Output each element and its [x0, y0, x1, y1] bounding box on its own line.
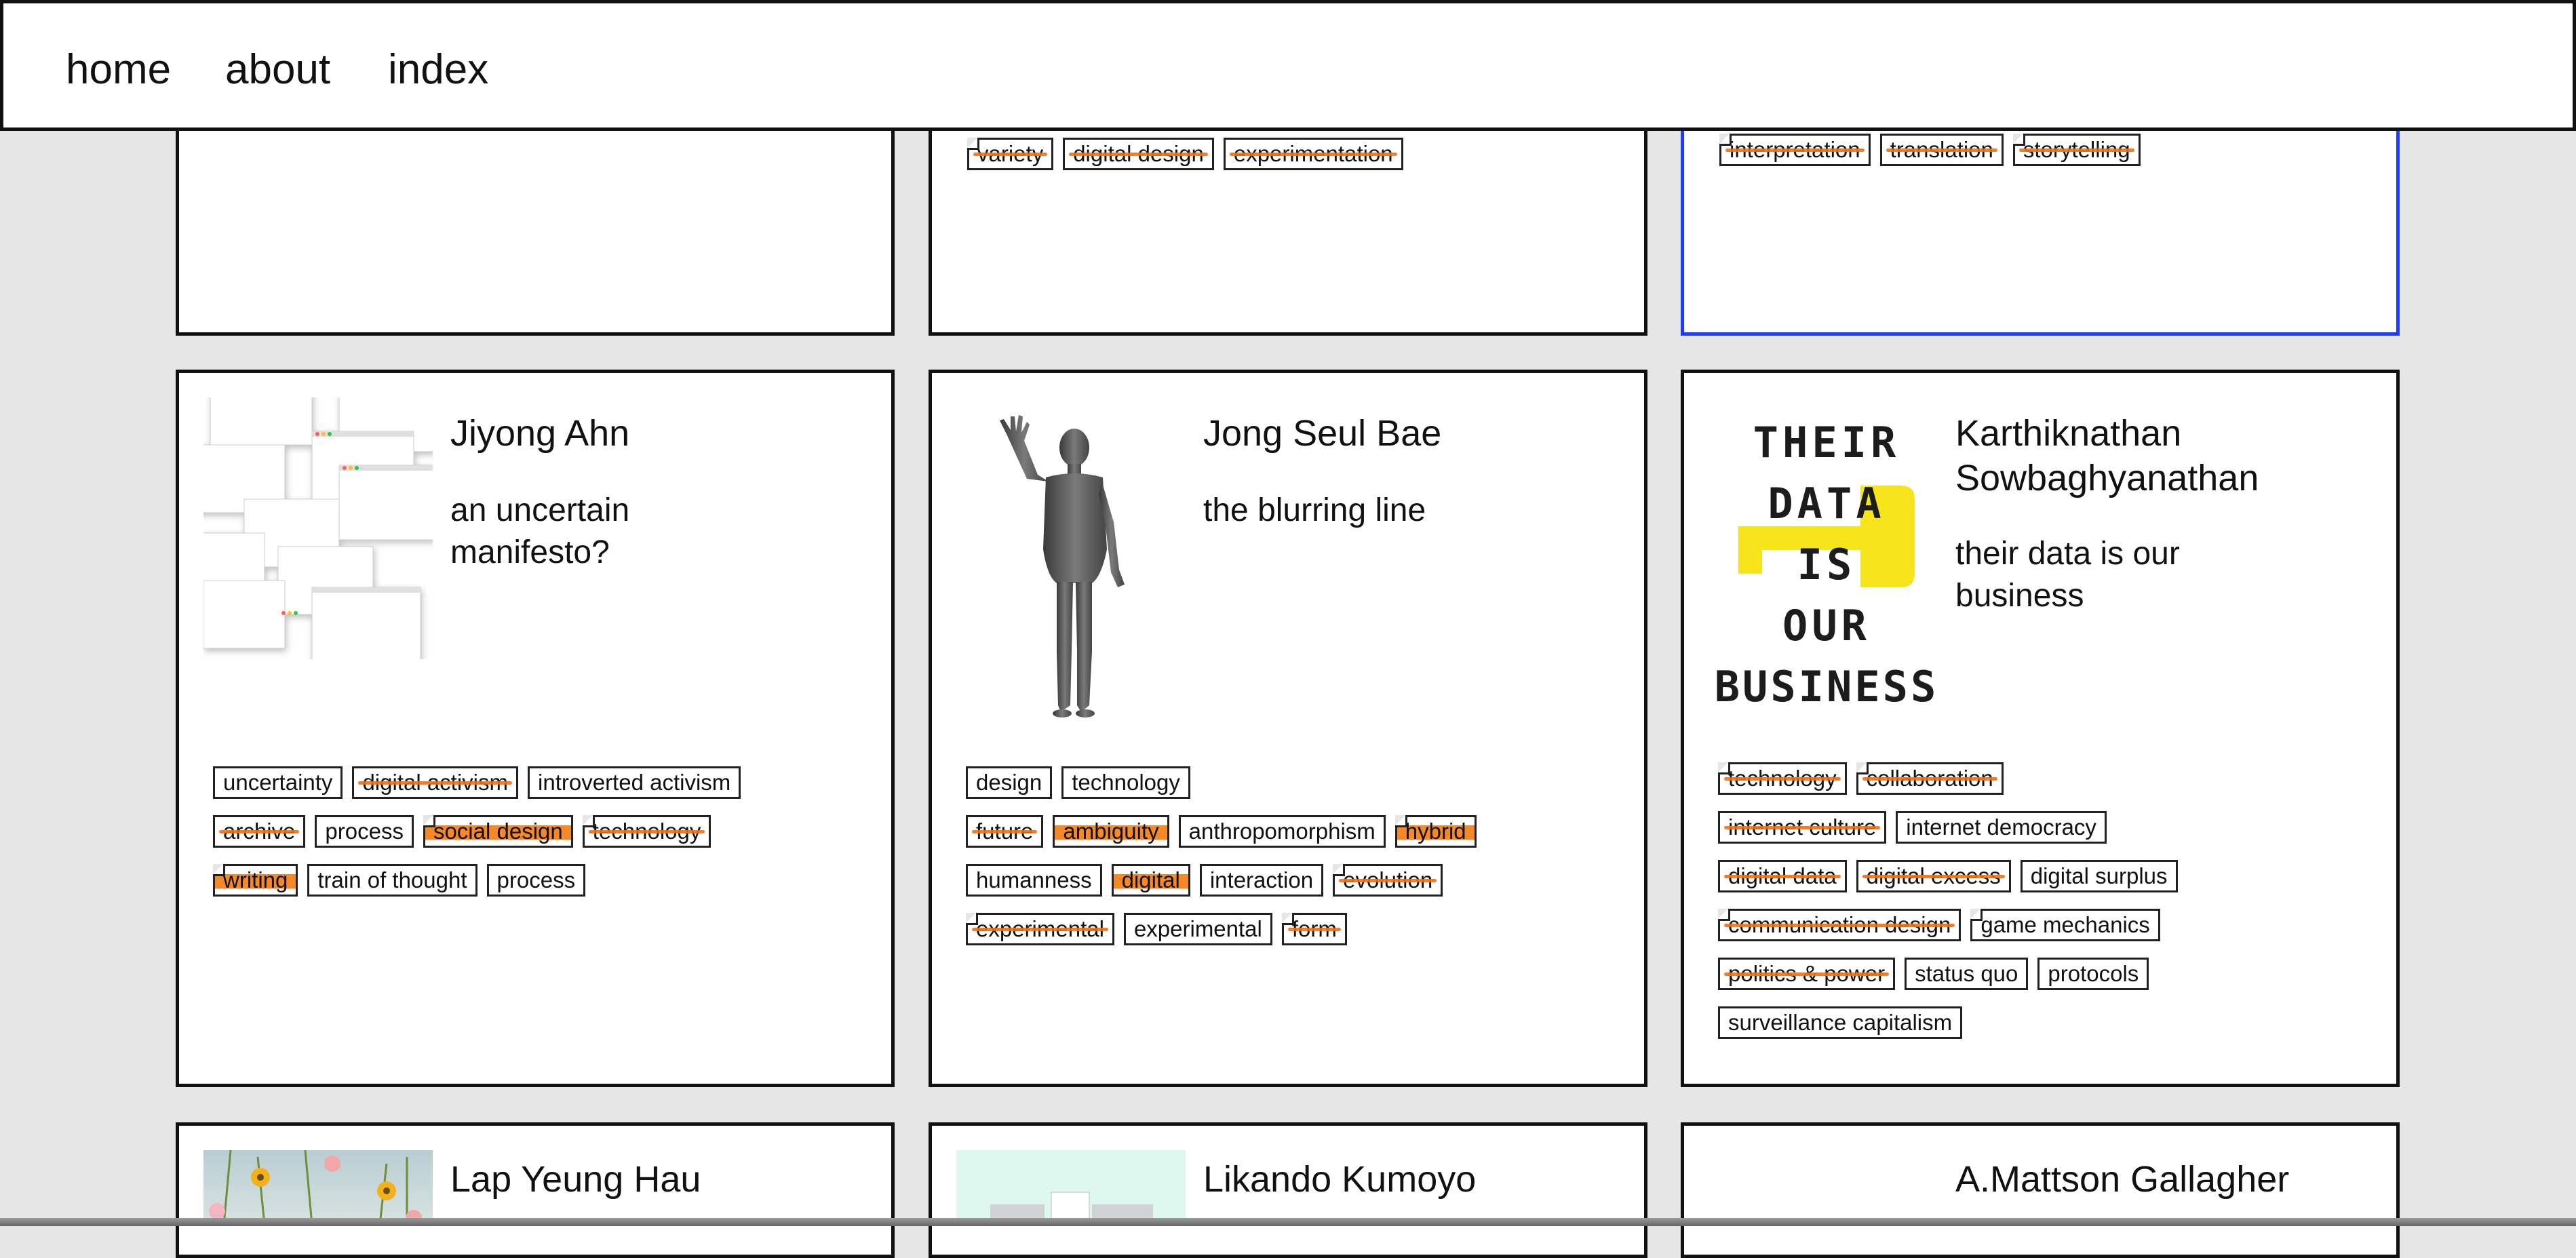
- project-author[interactable]: Jong Seul Bae: [1203, 411, 1624, 456]
- tag[interactable]: politics & power: [1718, 958, 1896, 990]
- tag[interactable]: experimentation: [1223, 138, 1403, 170]
- tag[interactable]: uncertainty: [213, 766, 343, 799]
- project-title[interactable]: the blurring line: [1203, 490, 1624, 532]
- nav-home[interactable]: home: [66, 43, 171, 97]
- tag[interactable]: internet culture: [1718, 811, 1887, 844]
- poster-line: IS: [1797, 540, 1856, 589]
- tag-list: design technology future ambiguity anthr…: [966, 766, 1631, 945]
- dark-lines-image: [1709, 1150, 1938, 1225]
- tag[interactable]: social design: [423, 815, 573, 848]
- top-nav: home about index: [0, 0, 2576, 131]
- tag[interactable]: game mechanics: [1970, 909, 2160, 941]
- poster-line: OUR: [1782, 601, 1871, 650]
- project-author[interactable]: Jiyong Ahn: [450, 411, 871, 456]
- tag[interactable]: technology: [582, 815, 711, 848]
- tag[interactable]: surveillance capitalism: [1718, 1006, 1963, 1039]
- tag[interactable]: digital activism: [352, 766, 519, 799]
- windows-collage-image: [203, 397, 433, 659]
- poster-line: DATA: [1768, 479, 1885, 528]
- nav-about[interactable]: about: [225, 43, 330, 97]
- poster-line: THEIR: [1753, 418, 1900, 467]
- tag-list: variety digital design experimentation: [967, 138, 1632, 170]
- poster-their-data-image: THEIR DATA IS OUR BUSINESS: [1715, 418, 1939, 709]
- tag[interactable]: digital excess: [1856, 860, 2011, 892]
- project-thumbnail: [973, 407, 1163, 732]
- mint-screens-image: [990, 1192, 1153, 1225]
- project-thumbnail: [956, 1150, 1186, 1225]
- tag[interactable]: digital surplus: [2020, 860, 2178, 892]
- project-thumbnail: [203, 397, 433, 659]
- project-author[interactable]: A.Mattson Gallagher: [1955, 1157, 2376, 1202]
- tag[interactable]: archive: [213, 815, 306, 848]
- tag[interactable]: evolution: [1333, 864, 1443, 897]
- tag[interactable]: technology: [1061, 766, 1190, 799]
- flowers-image: [209, 1150, 422, 1225]
- project-card-jiyong-ahn[interactable]: Jiyong Ahn an uncertain manifesto? uncer…: [176, 370, 895, 1087]
- tag[interactable]: storytelling: [2012, 134, 2141, 166]
- project-card-karthiknathan[interactable]: THEIR DATA IS OUR BUSINESS Karthiknathan…: [1681, 370, 2400, 1087]
- project-author[interactable]: Karthiknathan Sowbaghyanathan: [1955, 411, 2308, 500]
- tag[interactable]: introverted activism: [528, 766, 741, 799]
- tag[interactable]: internet democracy: [1896, 811, 2107, 844]
- project-thumbnail: [1709, 1150, 1938, 1225]
- tag[interactable]: hybrid: [1394, 815, 1477, 848]
- tag[interactable]: digital design: [1063, 138, 1214, 170]
- project-card-a-mattson-gallagher[interactable]: A.Mattson Gallagher: [1681, 1122, 2400, 1258]
- tag[interactable]: protocols: [2037, 958, 2149, 990]
- project-title[interactable]: their data is our business: [1955, 533, 2227, 617]
- project-author[interactable]: Likando Kumoyo: [1203, 1157, 1624, 1202]
- tag[interactable]: anthropomorphism: [1178, 815, 1386, 848]
- project-title[interactable]: an uncertain manifesto?: [450, 490, 681, 574]
- project-thumbnail: [203, 1150, 433, 1225]
- tag[interactable]: status quo: [1905, 958, 2029, 990]
- tag[interactable]: design: [966, 766, 1053, 799]
- tag[interactable]: interaction: [1199, 864, 1324, 897]
- tag[interactable]: digital: [1111, 864, 1190, 897]
- tag[interactable]: collaboration: [1856, 762, 2004, 795]
- tag-list: technology collaboration internet cultur…: [1718, 762, 2383, 1039]
- tag[interactable]: variety: [967, 138, 1054, 170]
- project-thumbnail: THEIR DATA IS OUR BUSINESS: [1711, 397, 1942, 709]
- tag[interactable]: experimental: [966, 913, 1114, 945]
- project-card-likando-kumoyo[interactable]: Likando Kumoyo: [929, 1122, 1647, 1258]
- nav-index[interactable]: index: [388, 43, 488, 97]
- waving-figure-image: [1000, 415, 1125, 718]
- tag[interactable]: communication design: [1718, 909, 1962, 941]
- tag[interactable]: writing: [213, 864, 298, 897]
- tag[interactable]: future: [966, 815, 1044, 848]
- tag[interactable]: digital data: [1718, 860, 1847, 892]
- tag[interactable]: train of thought: [307, 864, 477, 897]
- tag[interactable]: interpretation: [1719, 134, 1871, 166]
- tag[interactable]: translation: [1879, 134, 2004, 166]
- project-author[interactable]: Lap Yeung Hau: [450, 1157, 871, 1202]
- tag-list: interpretation translation storytelling: [1719, 134, 2384, 166]
- tag[interactable]: technology: [1718, 762, 1847, 795]
- viewport-edge: [0, 1218, 2576, 1226]
- tag[interactable]: form: [1281, 913, 1347, 945]
- project-card-lap-yeung-hau[interactable]: Lap Yeung Hau: [176, 1122, 895, 1258]
- tag-list: uncertainty digital activism introverted…: [213, 766, 878, 897]
- project-card-jong-seul-bae[interactable]: Jong Seul Bae the blurring line design t…: [929, 370, 1647, 1087]
- tag[interactable]: process: [486, 864, 586, 897]
- tag[interactable]: process: [315, 815, 414, 848]
- tag[interactable]: experimental: [1123, 913, 1272, 945]
- tag[interactable]: ambiguity: [1053, 815, 1169, 848]
- poster-line: BUSINESS: [1715, 662, 1939, 709]
- tag[interactable]: humanness: [966, 864, 1102, 897]
